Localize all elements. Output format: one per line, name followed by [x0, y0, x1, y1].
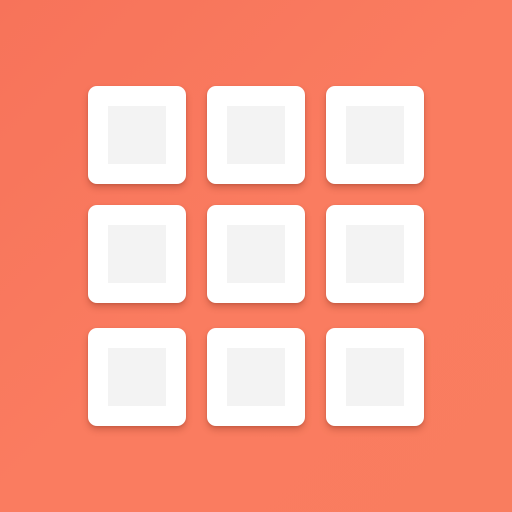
grid-tile-6	[326, 205, 424, 303]
grid-tile-inner	[227, 106, 285, 164]
grid-tile-inner	[346, 348, 404, 406]
grid-tile-4	[88, 205, 186, 303]
grid-tile-7	[88, 328, 186, 426]
grid-tile-inner	[108, 348, 166, 406]
grid-tile-inner	[108, 225, 166, 283]
grid-tile-inner	[227, 225, 285, 283]
grid-tile-inner	[346, 106, 404, 164]
grid-tile-2	[207, 86, 305, 184]
grid-tile-inner	[346, 225, 404, 283]
grid-tile-inner	[108, 106, 166, 164]
grid-tile-8	[207, 328, 305, 426]
grid-tile-inner	[227, 348, 285, 406]
app-icon-background	[0, 0, 512, 512]
grid-tile-9	[326, 328, 424, 426]
tile-grid	[88, 86, 424, 426]
grid-tile-5	[207, 205, 305, 303]
grid-tile-3	[326, 86, 424, 184]
grid-tile-1	[88, 86, 186, 184]
